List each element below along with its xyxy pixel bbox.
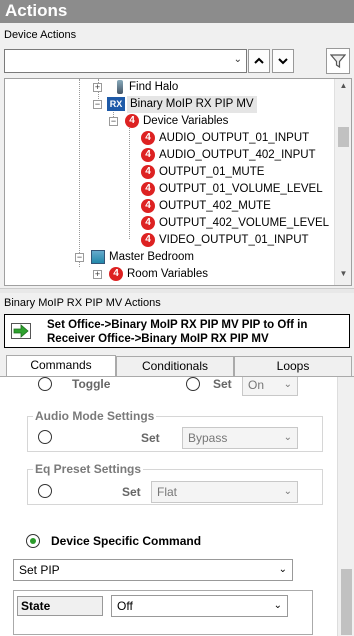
tree-item-label: AUDIO_OUTPUT_402_INPUT [159, 149, 316, 161]
expand-icon[interactable]: + [93, 270, 102, 279]
eq-preset-set-label: Set [122, 485, 141, 499]
move-down-button[interactable] [272, 49, 294, 73]
device-actions-label: Device Actions [4, 29, 77, 41]
chevron-down-icon: ⌄ [233, 54, 242, 65]
scroll-up-icon[interactable]: ▲ [335, 81, 351, 95]
tab-conditionals[interactable]: Conditionals [116, 356, 234, 376]
action-description: Set Office->Binary MoIP RX PIP MV PIP to… [47, 318, 307, 346]
panel-splitter[interactable] [0, 288, 354, 293]
device-specific-label: Device Specific Command [51, 534, 202, 548]
eq-preset-radio[interactable] [38, 484, 52, 498]
tab-bar: Commands Conditionals Loops [0, 355, 354, 377]
variable-icon: 4 [141, 165, 155, 179]
audio-mode-dropdown[interactable]: Bypass ⌄ [182, 427, 298, 449]
scroll-down-icon[interactable]: ▼ [335, 269, 351, 283]
tree-item-label: OUTPUT_402_VOLUME_LEVEL [159, 217, 330, 229]
toggle-radio[interactable] [38, 377, 52, 391]
scroll-thumb[interactable] [341, 569, 352, 635]
chevron-down-icon: ⌄ [278, 564, 287, 575]
tab-commands[interactable]: Commands [6, 355, 116, 377]
tree-scrollbar[interactable]: ▲ ▼ [334, 79, 351, 285]
chevron-down-icon: ⌄ [283, 486, 292, 497]
variable-icon: 4 [125, 114, 139, 128]
state-label: State [17, 596, 103, 616]
panel-scrollbar[interactable] [337, 377, 354, 636]
variable-icon: 4 [141, 199, 155, 213]
chevron-up-icon [254, 57, 264, 64]
variable-icon: 4 [141, 233, 155, 247]
variable-icon: 4 [109, 267, 123, 281]
audio-mode-title: Audio Mode Settings [33, 409, 157, 423]
tree-item-label: OUTPUT_01_VOLUME_LEVEL [159, 183, 323, 195]
collapse-icon[interactable]: − [93, 100, 102, 109]
variable-icon: 4 [141, 216, 155, 230]
device-filter-combo[interactable]: ⌄ [4, 49, 247, 73]
actions-section-label: Binary MoIP RX PIP MV Actions [4, 297, 161, 309]
expand-icon[interactable]: + [93, 83, 102, 92]
set-radio[interactable] [186, 377, 200, 391]
action-line-1: Set Office->Binary MoIP RX PIP MV PIP to… [47, 319, 308, 331]
variable-icon: 4 [141, 182, 155, 196]
device-command-dropdown[interactable]: Set PIP ⌄ [13, 559, 293, 581]
variable-icon: 4 [141, 148, 155, 162]
funnel-icon [329, 54, 347, 69]
chevron-down-icon [278, 58, 288, 65]
collapse-icon[interactable]: − [109, 117, 118, 126]
filter-button[interactable] [326, 48, 350, 74]
move-up-button[interactable] [248, 49, 270, 73]
tree-item-label: AUDIO_OUTPUT_01_INPUT [159, 132, 310, 144]
scroll-thumb[interactable] [338, 127, 349, 147]
state-value: Off [117, 599, 133, 613]
tree-item-label: Device Variables [143, 115, 229, 127]
tree-item-label: VIDEO_OUTPUT_01_INPUT [159, 234, 309, 246]
set-label: Set [213, 377, 232, 391]
state-dropdown[interactable]: Off ⌄ [111, 595, 288, 617]
device-specific-radio[interactable] [26, 534, 40, 548]
tree-item-label: Room Variables [127, 268, 208, 280]
rx-device-icon: RX [107, 97, 125, 111]
toggle-label: Toggle [72, 377, 111, 391]
tree-item-label: Find Halo [129, 81, 179, 93]
chevron-down-icon: ⌄ [283, 432, 292, 443]
filter-row: ⌄ [4, 48, 352, 74]
device-command-value: Set PIP [19, 563, 60, 577]
set-value-dropdown[interactable]: On ⌄ [242, 377, 298, 396]
action-line-2: Receiver Office->Binary MoIP RX PIP MV [47, 333, 269, 345]
set-value: On [248, 378, 265, 392]
arrow-right-icon [11, 323, 31, 339]
tab-loops[interactable]: Loops [234, 356, 352, 376]
tree-item-label: Binary MoIP RX PIP MV [127, 96, 257, 113]
audio-mode-value: Bypass [188, 431, 228, 445]
halo-device-icon [117, 80, 123, 94]
audio-mode-set-label: Set [141, 431, 160, 445]
action-item[interactable]: Set Office->Binary MoIP RX PIP MV PIP to… [4, 314, 350, 348]
eq-preset-value: Flat [157, 485, 178, 499]
actions-header: Actions [0, 0, 354, 23]
tree-item-label: OUTPUT_01_MUTE [159, 166, 265, 178]
commands-panel: Toggle Set On ⌄ Audio Mode Settings Set … [0, 376, 354, 636]
eq-preset-dropdown[interactable]: Flat ⌄ [151, 481, 298, 503]
page-title: Actions [5, 1, 68, 20]
tree-item-label: OUTPUT_402_MUTE [159, 200, 271, 212]
tree-item-label: Master Bedroom [109, 251, 195, 263]
chevron-down-icon: ⌄ [283, 379, 292, 390]
room-icon [91, 250, 105, 264]
variable-icon: 4 [141, 131, 155, 145]
eq-preset-title: Eq Preset Settings [33, 462, 144, 476]
device-tree[interactable]: + Find Halo − RX Binary MoIP RX PIP MV −… [4, 78, 352, 286]
collapse-icon[interactable]: − [75, 253, 84, 262]
audio-mode-radio[interactable] [38, 430, 52, 444]
chevron-down-icon: ⌄ [273, 600, 282, 611]
